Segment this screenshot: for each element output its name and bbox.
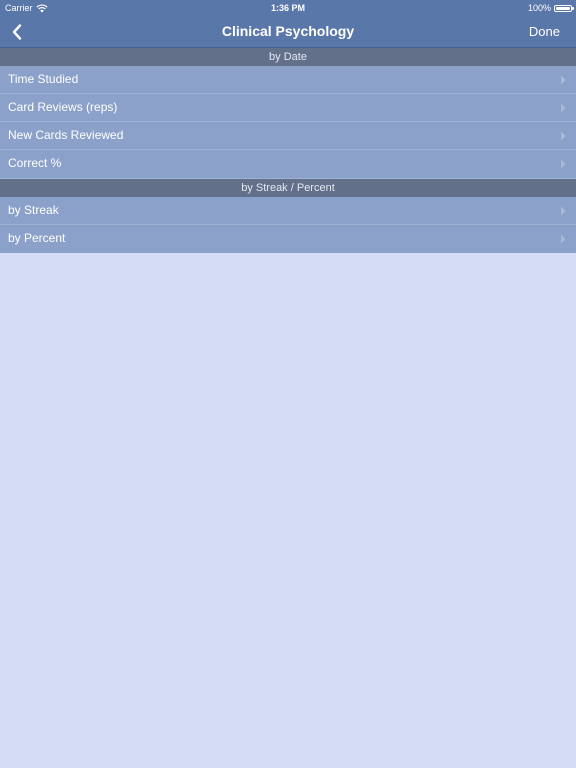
row-by-streak[interactable]: by Streak: [0, 197, 576, 225]
status-bar: Carrier 1:36 PM 100%: [0, 0, 576, 16]
battery-icon: [554, 4, 574, 12]
row-correct-percent[interactable]: Correct %: [0, 150, 576, 179]
battery-indicator: 100%: [527, 0, 574, 16]
row-card-reviews[interactable]: Card Reviews (reps): [0, 94, 576, 122]
row-label: New Cards Reviewed: [8, 128, 124, 142]
chevron-right-icon: [561, 103, 566, 113]
chevron-right-icon: [561, 159, 566, 169]
navigation-bar: Clinical Psychology Done: [0, 16, 576, 47]
row-by-percent[interactable]: by Percent: [0, 225, 576, 253]
chevron-right-icon: [561, 75, 566, 85]
row-time-studied[interactable]: Time Studied: [0, 66, 576, 94]
row-label: Card Reviews (reps): [8, 100, 118, 114]
chevron-right-icon: [561, 234, 566, 244]
row-label: by Percent: [8, 231, 66, 245]
chevron-right-icon: [561, 206, 566, 216]
chevron-right-icon: [561, 131, 566, 141]
status-time: 1:36 PM: [270, 3, 305, 13]
battery-label: 100%: [527, 3, 551, 13]
row-label: Time Studied: [8, 72, 79, 86]
row-label: by Streak: [8, 203, 59, 217]
done-button[interactable]: Done: [529, 16, 560, 47]
section-header-by-streak-percent: by Streak / Percent: [0, 179, 576, 197]
row-new-cards-reviewed[interactable]: New Cards Reviewed: [0, 122, 576, 150]
section-header-by-date: by Date: [0, 48, 576, 66]
page-title: Clinical Psychology: [221, 23, 355, 39]
top-bar: Carrier 1:36 PM 100% Clinical Psychology…: [0, 0, 576, 48]
row-label: Correct %: [8, 156, 62, 170]
